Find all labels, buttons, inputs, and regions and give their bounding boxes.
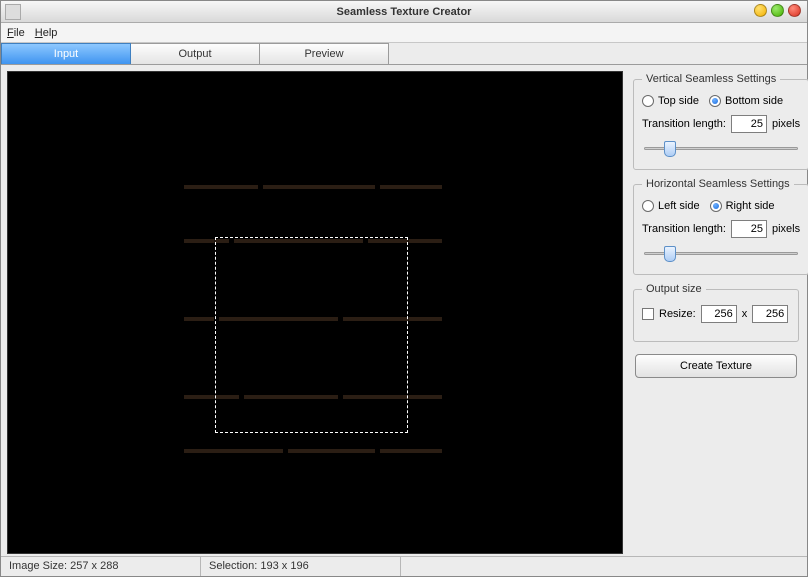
radio-top-side[interactable]: Top side: [642, 95, 699, 107]
resize-label: Resize:: [659, 308, 696, 320]
slider-thumb-icon[interactable]: [664, 141, 676, 157]
output-size-group: Output size Resize: x: [633, 283, 799, 342]
vertical-trans-slider[interactable]: [642, 139, 800, 157]
selection-marquee[interactable]: [215, 237, 408, 433]
tabstrip: Input Output Preview: [1, 43, 807, 65]
side-panel: Vertical Seamless Settings Top side Bott…: [629, 65, 807, 556]
tab-output[interactable]: Output: [130, 43, 260, 64]
vertical-pixels-label: pixels: [772, 118, 800, 130]
menu-file[interactable]: File: [7, 27, 25, 39]
window-controls: [754, 4, 801, 17]
horizontal-trans-label: Transition length:: [642, 223, 726, 235]
titlebar: Seamless Texture Creator: [1, 1, 807, 23]
horizontal-pixels-label: pixels: [772, 223, 800, 235]
radio-left-side[interactable]: Left side: [642, 200, 700, 212]
output-size-legend: Output size: [642, 283, 706, 295]
horizontal-legend: Horizontal Seamless Settings: [642, 178, 794, 190]
vertical-trans-label: Transition length:: [642, 118, 726, 130]
create-texture-button[interactable]: Create Texture: [635, 354, 797, 378]
resize-width-input[interactable]: [701, 305, 737, 323]
radio-bottom-side[interactable]: Bottom side: [709, 95, 783, 107]
minimize-icon[interactable]: [754, 4, 767, 17]
radio-right-side[interactable]: Right side: [710, 200, 775, 212]
tab-input[interactable]: Input: [1, 43, 131, 64]
content: Vertical Seamless Settings Top side Bott…: [1, 65, 807, 556]
resize-x-label: x: [742, 308, 748, 320]
menu-help[interactable]: Help: [35, 27, 58, 39]
horizontal-trans-slider[interactable]: [642, 244, 800, 262]
status-selection: Selection: 193 x 196: [201, 557, 401, 576]
image-canvas[interactable]: [7, 71, 623, 554]
resize-checkbox[interactable]: [642, 308, 654, 320]
app-window: Seamless Texture Creator File Help Input…: [0, 0, 808, 577]
horizontal-trans-input[interactable]: [731, 220, 767, 238]
status-image-size: Image Size: 257 x 288: [1, 557, 201, 576]
slider-thumb-icon[interactable]: [664, 246, 676, 262]
resize-height-input[interactable]: [752, 305, 788, 323]
window-title: Seamless Texture Creator: [1, 6, 807, 18]
horizontal-settings-group: Horizontal Seamless Settings Left side R…: [633, 178, 808, 275]
maximize-icon[interactable]: [771, 4, 784, 17]
tab-preview[interactable]: Preview: [259, 43, 389, 64]
menubar: File Help: [1, 23, 807, 43]
canvas-area: [1, 65, 629, 556]
vertical-legend: Vertical Seamless Settings: [642, 73, 780, 85]
vertical-settings-group: Vertical Seamless Settings Top side Bott…: [633, 73, 808, 170]
vertical-trans-input[interactable]: [731, 115, 767, 133]
close-icon[interactable]: [788, 4, 801, 17]
statusbar: Image Size: 257 x 288 Selection: 193 x 1…: [1, 556, 807, 576]
